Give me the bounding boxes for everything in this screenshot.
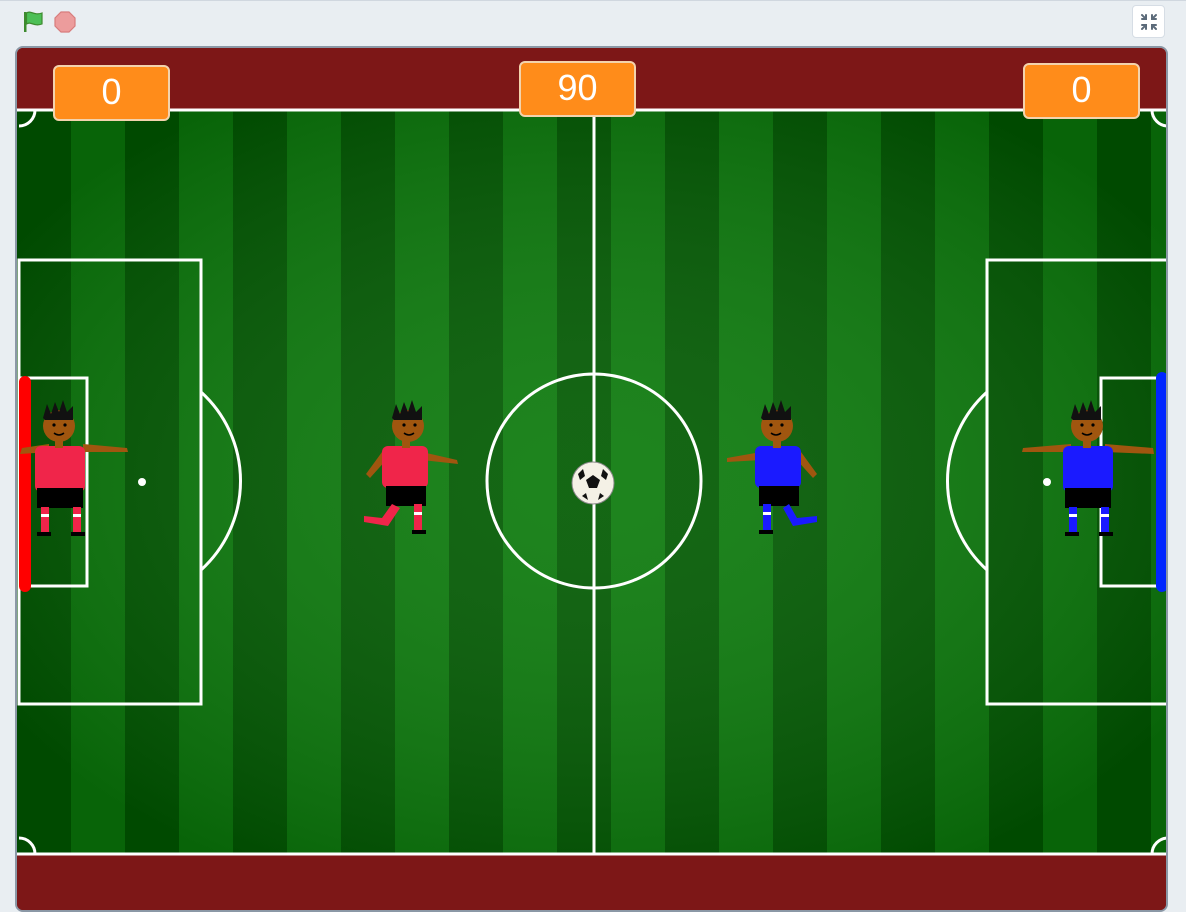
- game-stage[interactable]: 0 90 0: [15, 46, 1168, 912]
- blue-goalkeeper-sprite[interactable]: [1019, 400, 1159, 540]
- exit-fullscreen-icon: [1141, 14, 1157, 30]
- stage-header: [0, 0, 1186, 45]
- exit-fullscreen-button[interactable]: [1132, 5, 1165, 38]
- penalty-spot-left: [138, 478, 146, 486]
- green-flag-icon[interactable]: [20, 9, 46, 35]
- red-goalkeeper-sprite[interactable]: [17, 400, 132, 540]
- red-player-sprite[interactable]: [352, 400, 462, 540]
- left-score-monitor: 0: [53, 65, 170, 121]
- soccer-ball-sprite[interactable]: [570, 460, 616, 506]
- timer-monitor: 90: [519, 61, 636, 117]
- blue-player-sprite[interactable]: [725, 400, 835, 540]
- right-score-monitor: 0: [1023, 63, 1140, 119]
- stop-sign-icon[interactable]: [53, 10, 77, 34]
